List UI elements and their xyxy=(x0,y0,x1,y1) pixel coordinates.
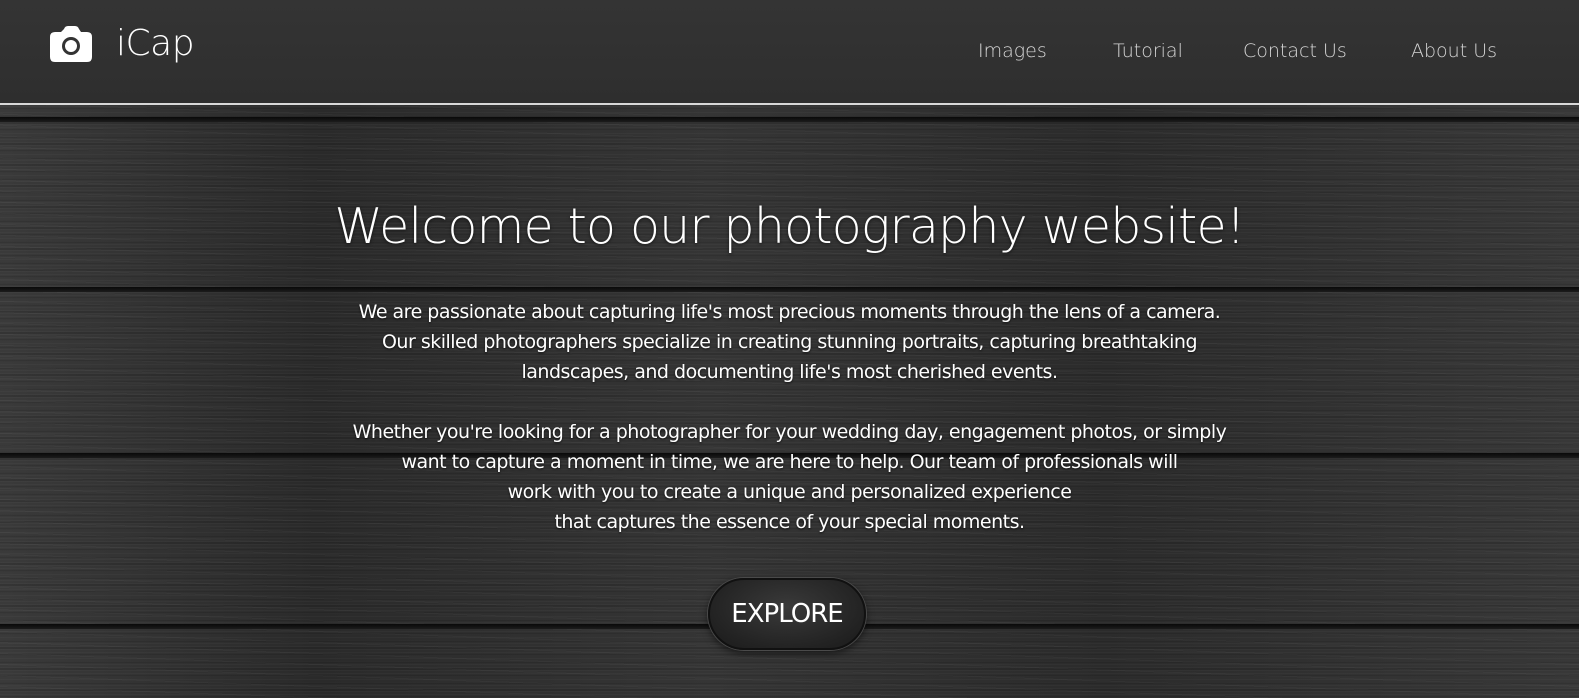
logo[interactable]: iCap xyxy=(50,22,195,66)
site-header: iCap Images Tutorial Contact Us About Us xyxy=(0,0,1579,105)
plank-gap xyxy=(0,287,1579,292)
intro-line: We are passionate about capturing life's… xyxy=(358,301,1221,323)
page: iCap Images Tutorial Contact Us About Us… xyxy=(0,0,1579,698)
explore-button[interactable]: EXPLORE xyxy=(708,578,866,650)
intro-paragraph: We are passionate about capturing life's… xyxy=(0,297,1579,387)
camera-icon xyxy=(50,26,92,62)
brand-name[interactable]: iCap xyxy=(116,22,195,66)
services-line: that captures the essence of your specia… xyxy=(554,511,1025,533)
intro-line: Our skilled photographers specialize in … xyxy=(381,331,1198,353)
nav-contact-us[interactable]: Contact Us xyxy=(1243,36,1347,66)
plank-gap xyxy=(0,117,1579,122)
services-paragraph: Whether you're looking for a photographe… xyxy=(0,417,1579,537)
intro-line: landscapes, and documenting life's most … xyxy=(521,361,1058,383)
services-line: Whether you're looking for a photographe… xyxy=(352,421,1227,443)
page-title: Welcome to our photography website! xyxy=(334,198,1245,255)
services-line: want to capture a moment in time, we are… xyxy=(401,451,1178,473)
nav-tutorial[interactable]: Tutorial xyxy=(1113,36,1183,66)
nav-images[interactable]: Images xyxy=(978,36,1047,66)
services-line: work with you to create a unique and per… xyxy=(507,481,1072,503)
nav-about-us[interactable]: About Us xyxy=(1411,36,1497,66)
